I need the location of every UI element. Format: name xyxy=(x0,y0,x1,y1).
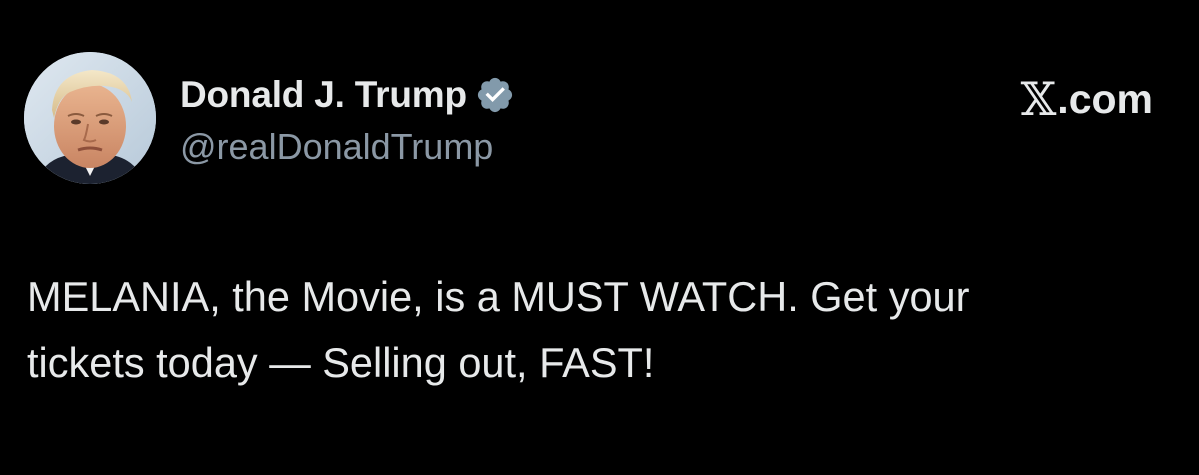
tweet-text: MELANIA, the Movie, is a MUST WATCH. Get… xyxy=(27,264,1177,396)
brand-suffix: .com xyxy=(1057,75,1153,122)
author-name-row[interactable]: Donald J. Trump xyxy=(180,70,515,120)
x-logo-icon: 𝕏 xyxy=(1020,72,1057,126)
verified-badge-icon xyxy=(475,75,515,115)
display-name[interactable]: Donald J. Trump xyxy=(180,74,467,116)
tweet-text-line: tickets today — Selling out, FAST! xyxy=(27,339,655,386)
author-handle[interactable]: @realDonaldTrump xyxy=(180,126,493,168)
tweet-text-line: MELANIA, the Movie, is a MUST WATCH. Get… xyxy=(27,273,970,320)
avatar[interactable] xyxy=(24,52,156,184)
profile-photo-icon xyxy=(24,52,156,184)
tweet-card: Donald J. Trump @realDonaldTrump 𝕏 .com M… xyxy=(0,0,1199,475)
brand-watermark: 𝕏 .com xyxy=(1020,72,1153,126)
